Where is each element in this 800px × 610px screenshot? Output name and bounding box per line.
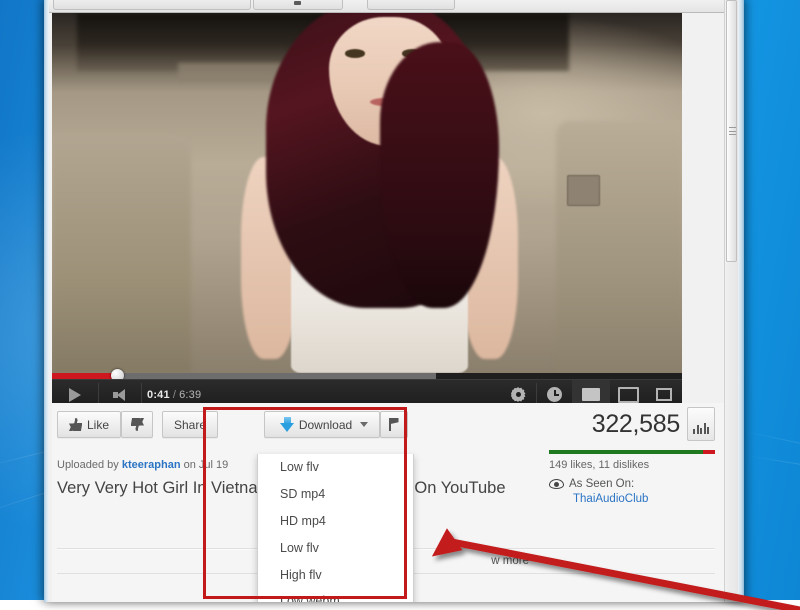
- flag-button[interactable]: [380, 411, 408, 438]
- toolbar-button-1[interactable]: [53, 0, 251, 10]
- like-dislike-bar: [549, 450, 715, 454]
- download-option-low-flv[interactable]: Low flv: [258, 454, 413, 481]
- channel-link[interactable]: kteeraphan: [122, 459, 181, 471]
- volume-icon: [113, 389, 127, 401]
- uploaded-prefix: Uploaded by: [57, 459, 119, 471]
- share-button-label: Share: [174, 418, 206, 432]
- toolbar-button-2-icon: [294, 1, 301, 5]
- time-separator: /: [173, 389, 176, 401]
- small-player-icon: [582, 388, 600, 401]
- video-title-part-1: Very Very Hot Girl In Vietnam: [57, 479, 271, 497]
- video-door-handle: [567, 175, 601, 206]
- page-content: 0:41 / 6:39: [49, 13, 725, 602]
- fullscreen-icon: [656, 388, 672, 401]
- browser-window: 0:41 / 6:39: [44, 0, 744, 602]
- clock-icon: [547, 387, 562, 402]
- toolbar-button-3[interactable]: [367, 0, 455, 10]
- analytics-bar-5: [707, 427, 709, 434]
- thumbs-down-icon: [131, 418, 144, 431]
- like-button[interactable]: Like: [57, 411, 121, 438]
- vertical-scrollbar[interactable]: [724, 0, 738, 602]
- analytics-bar-3: [700, 428, 702, 434]
- video-player[interactable]: 0:41 / 6:39: [52, 13, 682, 398]
- analytics-bar-1: [693, 429, 695, 434]
- window-frame-right: [738, 0, 744, 602]
- dislike-button[interactable]: [121, 411, 153, 438]
- view-count: 322,585: [592, 410, 680, 439]
- toolbar-button-2[interactable]: [253, 0, 343, 10]
- chevron-down-icon: [360, 422, 368, 427]
- scrollbar-thumb[interactable]: [726, 0, 737, 262]
- like-dislike-text: 149 likes, 11 dislikes: [525, 459, 715, 471]
- upload-date: on Jul 19: [184, 459, 229, 471]
- analytics-bar-2: [697, 425, 699, 434]
- video-subject-eye-left: [345, 49, 365, 58]
- video-seat-left: [52, 135, 191, 373]
- flag-icon: [389, 418, 400, 431]
- download-button-label: Download: [299, 418, 352, 432]
- like-button-label: Like: [87, 418, 109, 432]
- like-ratio-fill: [549, 450, 703, 454]
- download-button[interactable]: Download: [264, 411, 380, 438]
- play-icon: [69, 388, 81, 402]
- share-button[interactable]: Share: [162, 411, 218, 438]
- download-option-sd-mp4[interactable]: SD mp4: [258, 481, 413, 508]
- video-frame[interactable]: [52, 13, 682, 373]
- current-time: 0:41: [147, 389, 170, 401]
- show-more-link[interactable]: w more: [491, 555, 529, 567]
- download-dropdown-menu[interactable]: Low flv SD mp4 HD mp4 Low flv High flv L…: [257, 454, 414, 602]
- uploaded-by-line: Uploaded by kteeraphan on Jul 19: [57, 459, 228, 471]
- browser-toolbar: [49, 0, 738, 13]
- total-duration: 6:39: [179, 389, 201, 401]
- as-seen-on-label: As Seen On:: [569, 478, 634, 490]
- theater-icon: [618, 387, 639, 403]
- analytics-button[interactable]: [687, 407, 715, 441]
- thumbs-up-icon: [69, 418, 82, 431]
- download-arrow-icon: [280, 417, 295, 432]
- video-seat-right: [556, 121, 682, 373]
- scrollbar-grip-icon: [729, 127, 736, 135]
- analytics-bar-4: [704, 423, 706, 434]
- video-action-row: Like Share Download: [52, 403, 725, 443]
- download-option-hd-mp4[interactable]: HD mp4: [258, 508, 413, 535]
- download-option-low-flv-2[interactable]: Low flv: [258, 534, 413, 561]
- gear-icon: [511, 387, 526, 402]
- download-option-high-flv[interactable]: High flv: [258, 561, 413, 588]
- wallpaper-streak-4: [745, 455, 800, 487]
- view-count-row: 322,585: [525, 407, 715, 441]
